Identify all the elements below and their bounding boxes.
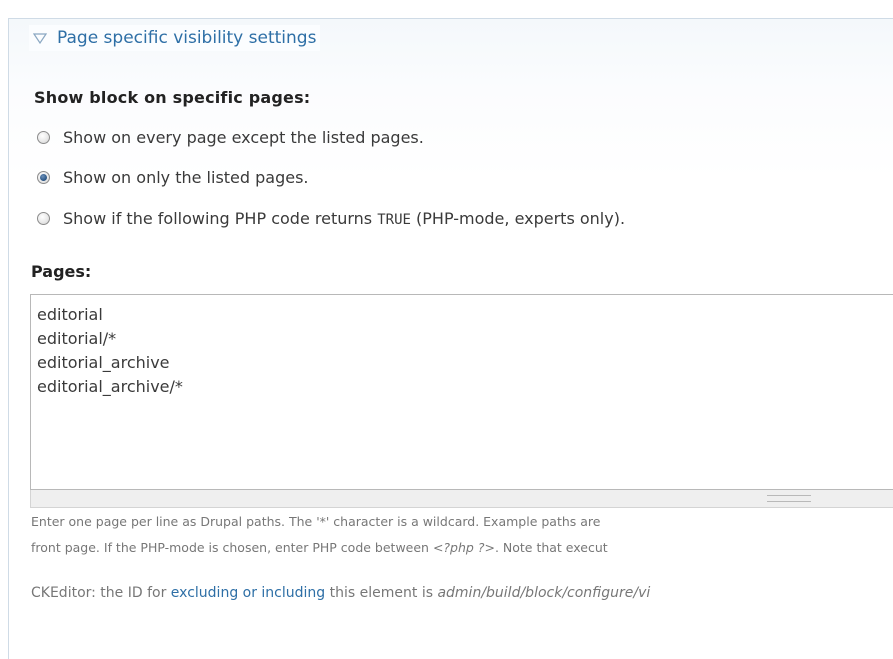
radio-button-except-listed[interactable] [37, 131, 50, 144]
pages-line: editorial/* [37, 329, 117, 348]
ckeditor-note: CKEditor: the ID for excluding or includ… [31, 585, 650, 601]
ckeditor-path: admin/build/block/configure/vi [437, 585, 651, 601]
show-block-label: Show block on specific pages: [34, 88, 311, 107]
php-label-code: TRUE [377, 212, 411, 228]
radio-button-only-listed[interactable] [37, 171, 50, 184]
pages-description-line1: Enter one page per line as Drupal paths.… [31, 514, 601, 529]
grip-handle-icon[interactable] [767, 495, 811, 502]
ckeditor-note-text: this element is [325, 585, 438, 601]
radio-option-php[interactable]: Show if the following PHP code returns T… [37, 209, 625, 228]
fieldset-legend-text[interactable]: Page specific visibility settings [57, 28, 316, 48]
pages-description-line2: front page. If the PHP-mode is chosen, e… [31, 540, 608, 555]
description-text: front page. If the PHP-mode is chosen, e… [31, 540, 433, 555]
excluding-including-link[interactable]: excluding or including [171, 585, 325, 601]
radio-button-php[interactable] [37, 212, 50, 225]
triangle-down-icon [33, 33, 47, 44]
description-text: . Note that execut [494, 540, 608, 555]
ckeditor-note-text: CKEditor: the ID for [31, 585, 171, 601]
pages-line: editorial [37, 305, 103, 324]
pages-line: editorial_archive [37, 353, 170, 372]
pages-textarea[interactable]: editorial editorial/* editorial_archive … [30, 294, 893, 490]
radio-option-except-listed[interactable]: Show on every page except the listed pag… [37, 128, 424, 147]
radio-label-php[interactable]: Show if the following PHP code returns T… [63, 209, 625, 228]
pages-label: Pages: [31, 262, 92, 281]
radio-option-only-listed[interactable]: Show on only the listed pages. [37, 168, 309, 187]
fieldset-legend-toggle[interactable]: Page specific visibility settings [29, 25, 321, 51]
description-code: <?php ?> [432, 540, 495, 555]
php-label-prefix: Show if the following PHP code returns [63, 209, 378, 228]
pages-line: editorial_archive/* [37, 377, 183, 396]
radio-label-except-listed[interactable]: Show on every page except the listed pag… [63, 128, 424, 147]
textarea-resize-grip[interactable] [30, 490, 893, 508]
radio-label-only-listed[interactable]: Show on only the listed pages. [63, 168, 309, 187]
php-label-suffix: (PHP-mode, experts only). [410, 209, 626, 228]
